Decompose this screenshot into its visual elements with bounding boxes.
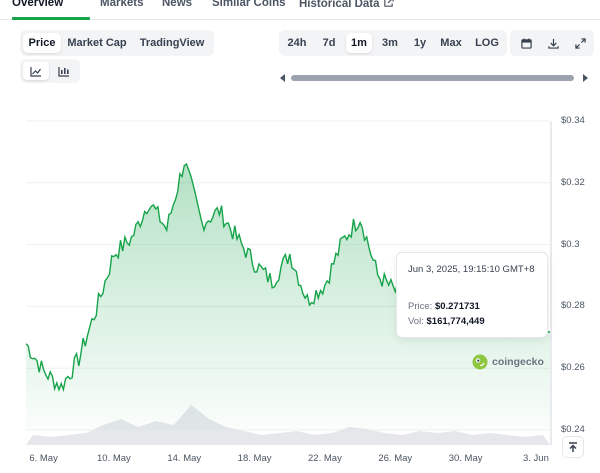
x-tick-label: 3. Jun: [522, 453, 549, 464]
x-tick-label: 10. May: [97, 453, 131, 464]
x-tick-label: 18. May: [237, 453, 272, 464]
tooltip-vol-label: Vol:: [408, 316, 424, 327]
x-tick-label: 6. May: [29, 453, 58, 464]
tooltip-vol-value: $161,774,449: [426, 316, 485, 327]
y-tick-label: $0.3: [561, 238, 580, 250]
tooltip-volume: Vol: $161,774,449: [408, 316, 485, 327]
x-tick-label: 30. May: [448, 453, 483, 464]
y-tick-label: $0.32: [561, 176, 585, 188]
y-tick-label: $0.34: [561, 115, 585, 126]
coingecko-logo-icon: [472, 354, 488, 370]
tooltip-price-value: $0.271731: [434, 301, 480, 312]
tooltip-price-label: Price:: [408, 301, 433, 312]
y-tick-label: $0.24: [561, 424, 585, 435]
watermark-text: coingecko: [492, 356, 544, 368]
x-tick-label: 22. May: [308, 453, 342, 464]
price-tooltip: Jun 3, 2025, 19:15:10 GMT+8 Price: $0.27…: [396, 252, 548, 338]
price-chart[interactable]: [0, 0, 600, 473]
x-tick-label: 14. May: [167, 453, 202, 464]
y-tick-label: $0.26: [561, 362, 585, 374]
coingecko-watermark: coingecko: [472, 354, 544, 370]
x-tick-label: 26. May: [378, 453, 413, 464]
scroll-to-top-button[interactable]: [562, 436, 584, 458]
tooltip-price: Price: $0.271731: [408, 301, 480, 312]
y-tick-label: $0.28: [561, 300, 585, 312]
arrow-up-to-line-icon: [569, 441, 577, 452]
tooltip-date: Jun 3, 2025, 19:15:10 GMT+8: [408, 264, 535, 275]
